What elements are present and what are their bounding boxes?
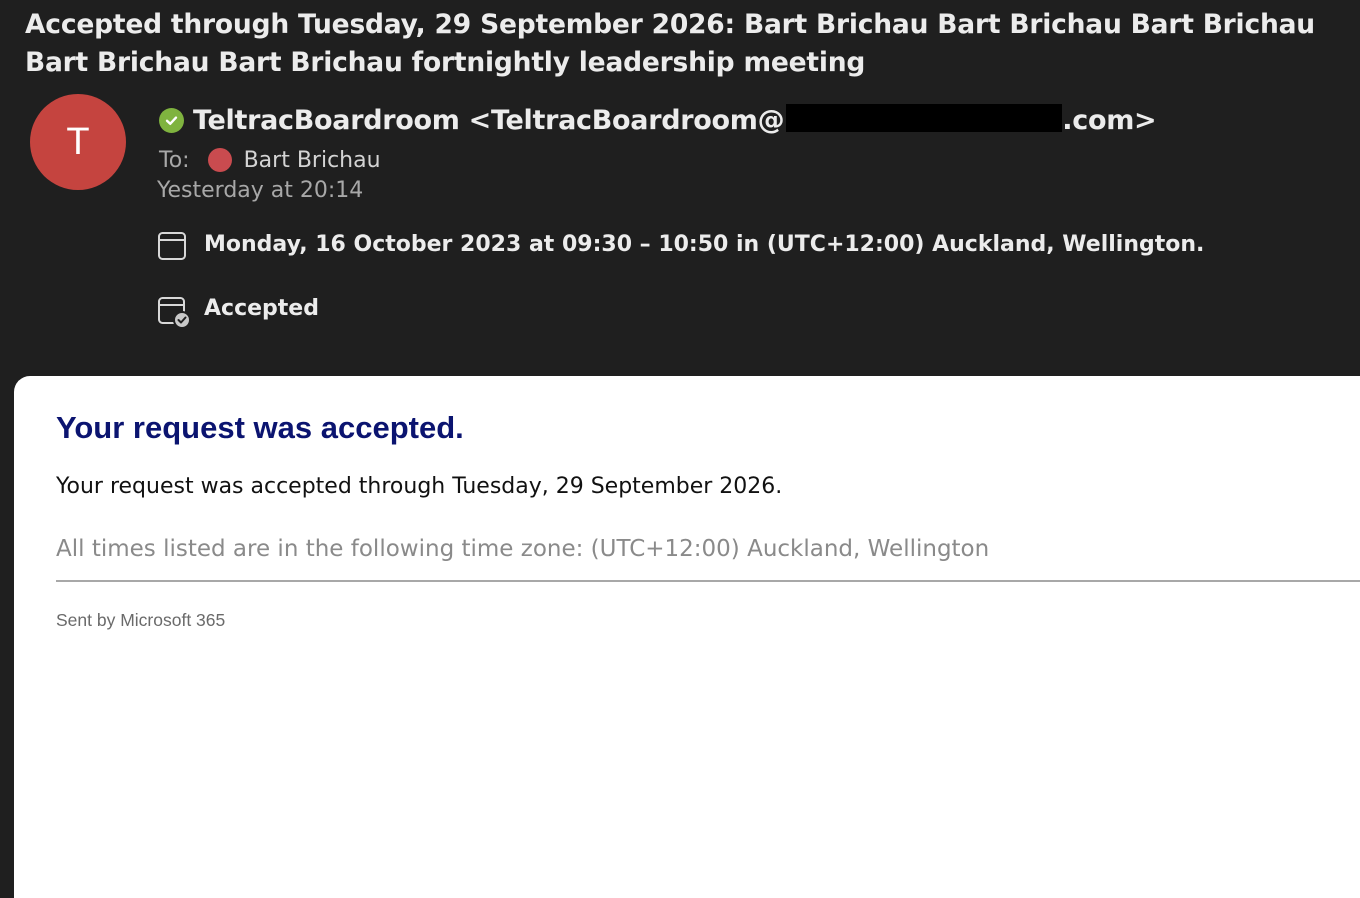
event-status: Accepted — [204, 295, 319, 321]
message-body: Your request was accepted. Your request … — [14, 376, 1360, 898]
verified-check-icon — [159, 107, 184, 133]
sender-avatar[interactable]: T — [30, 94, 126, 190]
recipient-avatar-dot — [207, 148, 232, 172]
timezone-note: All times listed are in the following ti… — [56, 536, 990, 562]
sender-address-suffix: .com> — [1062, 105, 1157, 136]
calendar-icon — [157, 228, 187, 260]
to-label: To: — [159, 147, 190, 173]
sender-row[interactable]: TeltracBoardroom <TeltracBoardroom@ .com> — [159, 100, 1157, 140]
body-message: Your request was accepted through Tuesda… — [56, 474, 783, 499]
email-subject: Accepted through Tuesday, 29 September 2… — [25, 9, 1315, 78]
recipients-row: To: Bart Brichau — [159, 144, 381, 176]
received-date: Yesterday at 20:14 — [157, 178, 364, 203]
event-time-row: Monday, 16 October 2023 at 09:30 – 10:50… — [157, 228, 1204, 260]
calendar-accepted-icon — [157, 292, 191, 329]
event-status-row: Accepted — [157, 292, 319, 329]
redacted-domain — [786, 104, 1063, 132]
event-time: Monday, 16 October 2023 at 09:30 – 10:50… — [204, 231, 1205, 257]
divider — [56, 580, 1360, 582]
sent-by-footer: Sent by Microsoft 365 — [56, 610, 226, 630]
avatar-initial: T — [66, 120, 90, 163]
recipient-name[interactable]: Bart Brichau — [244, 148, 381, 173]
sender-address[interactable]: TeltracBoardroom <TeltracBoardroom@ .com> — [193, 104, 1157, 136]
sender-address-prefix: TeltracBoardroom <TeltracBoardroom@ — [193, 105, 785, 136]
body-title: Your request was accepted. — [56, 410, 464, 445]
